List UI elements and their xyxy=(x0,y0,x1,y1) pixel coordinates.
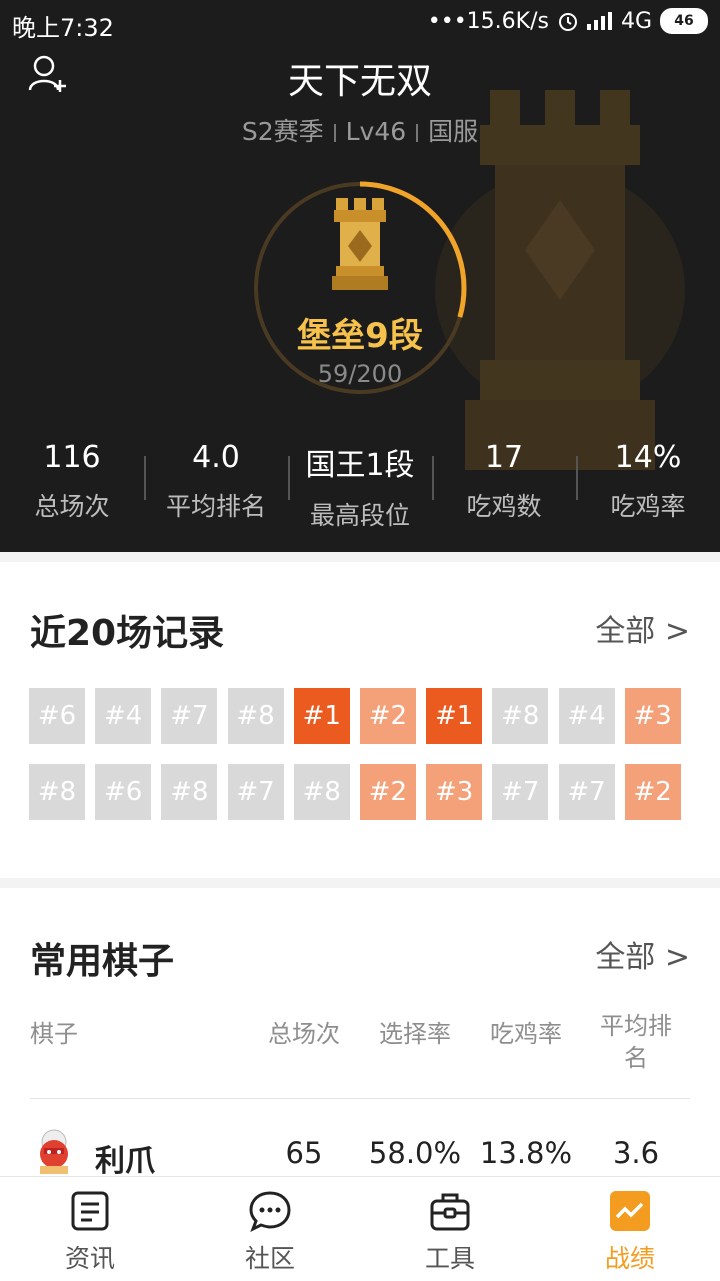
news-icon xyxy=(71,1191,109,1231)
nav-label: 战绩 xyxy=(604,1244,655,1273)
stats-chart-icon xyxy=(610,1191,650,1231)
match-result-cell[interactable]: #2 xyxy=(624,764,681,820)
server-label: 国服 xyxy=(428,117,479,146)
battery-icon: 46 xyxy=(660,8,708,34)
match-result-cell[interactable]: #4 xyxy=(558,688,615,744)
match-result-cell[interactable]: #8 xyxy=(29,764,85,820)
match-result-cell[interactable]: #2 xyxy=(359,764,416,820)
match-result-cell[interactable]: #8 xyxy=(161,764,218,820)
column-header-piece: 棋子 xyxy=(30,1020,78,1048)
separator xyxy=(416,124,419,142)
piece-pick-rate: 58.0% xyxy=(368,1136,462,1170)
match-result-cell[interactable]: #7 xyxy=(492,764,549,820)
match-result-cell[interactable]: #6 xyxy=(95,764,152,820)
column-header-win-rate: 吃鸡率 xyxy=(490,1020,562,1048)
rank-name: 堡垒9段 xyxy=(297,316,423,356)
recent-matches-grid: #6 #4 #7 #8 #1 #2 #1 #8 #4 #3 #8 #6 #8 #7 #8 #2 #3 #7 #7 #2 xyxy=(29,688,691,820)
status-indicators: •••15.6K/s 4G 46 xyxy=(428,8,708,34)
piece-name: 利爪 xyxy=(95,1144,155,1179)
match-result-cell[interactable]: #8 xyxy=(293,764,350,820)
nav-label: 社区 xyxy=(244,1244,295,1273)
stat-wins: 17 吃鸡数 xyxy=(432,440,576,530)
common-pieces-more-link[interactable]: 全部 > xyxy=(595,932,690,976)
match-result-cell[interactable]: #4 xyxy=(95,688,152,744)
match-result-cell[interactable]: #2 xyxy=(359,688,416,744)
match-result-cell[interactable]: #8 xyxy=(227,688,284,744)
stat-highest-rank: 国王1段 最高段位 xyxy=(288,440,432,530)
stat-value: 14% xyxy=(614,440,682,475)
common-pieces-card: 常用棋子 全部 > 棋子 总场次 选择率 吃鸡率 平均排 名 利爪 65 58.… xyxy=(0,888,720,1188)
stat-value: 4.0 xyxy=(192,440,240,475)
chat-icon xyxy=(249,1191,291,1233)
nav-label: 工具 xyxy=(424,1244,475,1273)
piece-average-rank: 3.6 xyxy=(612,1136,660,1170)
column-header-pick-rate: 选择率 xyxy=(379,1020,451,1048)
match-result-cell[interactable]: #7 xyxy=(161,688,218,744)
nav-tools[interactable]: 工具 xyxy=(360,1177,540,1281)
stat-label: 吃鸡数 xyxy=(466,492,542,521)
bottom-navigation: 资讯 社区 工具 战绩 xyxy=(0,1176,720,1281)
column-header-average-rank: 平均排 名 xyxy=(600,1012,672,1072)
signal-icon xyxy=(586,12,613,30)
stat-average-rank: 4.0 平均排名 xyxy=(144,440,288,530)
status-bar: 晚上7:32 •••15.6K/s 4G 46 xyxy=(0,0,720,46)
recent-matches-card: 近20场记录 全部 > #6 #4 #7 #8 #1 #2 #1 #8 #4 #3 #8 #6 #8 #7… xyxy=(0,562,720,878)
player-name: 天下无双 xyxy=(287,61,432,102)
nav-records[interactable]: 战绩 xyxy=(540,1177,720,1281)
match-result-cell[interactable]: #1 xyxy=(426,688,483,744)
network-speed: •••15.6K/s xyxy=(427,8,549,34)
separator xyxy=(333,124,336,142)
status-time: 晚上7:32 xyxy=(12,14,114,42)
player-subinfo: S2赛季 Lv46 国服 xyxy=(0,112,720,148)
stat-label: 吃鸡率 xyxy=(610,492,686,521)
stat-value: 116 xyxy=(43,440,101,475)
match-result-cell[interactable]: #7 xyxy=(558,764,615,820)
stat-label: 最高段位 xyxy=(309,501,410,530)
network-type: 4G xyxy=(620,8,652,34)
nav-label: 资讯 xyxy=(64,1244,115,1273)
stat-label: 总场次 xyxy=(34,492,110,521)
piece-games: 65 xyxy=(285,1136,323,1170)
nav-news[interactable]: 资讯 xyxy=(0,1177,180,1281)
match-result-cell[interactable]: #7 xyxy=(227,764,284,820)
stat-win-rate: 14% 吃鸡率 xyxy=(576,440,720,530)
match-result-cell[interactable]: #1 xyxy=(293,688,350,744)
toolbox-icon xyxy=(430,1193,470,1231)
match-result-cell[interactable]: #8 xyxy=(492,688,549,744)
character-avatar-icon xyxy=(40,1129,68,1174)
column-header-games: 总场次 xyxy=(268,1020,340,1048)
alarm-icon xyxy=(558,13,577,31)
stats-row: 116 总场次 4.0 平均排名 国王1段 最高段位 17 吃鸡数 14% 吃鸡… xyxy=(0,440,720,530)
rank-tower-icon xyxy=(332,198,388,290)
recent-matches-more-link[interactable]: 全部 > xyxy=(595,606,690,650)
stat-value: 17 xyxy=(484,440,524,475)
level-label: Lv46 xyxy=(345,117,407,146)
match-result-cell[interactable]: #3 xyxy=(426,764,483,820)
common-pieces-title: 常用棋子 xyxy=(30,941,175,982)
match-result-cell[interactable]: #6 xyxy=(29,688,85,744)
rank-progress-text: 59/200 xyxy=(317,360,403,388)
stat-value: 国王1段 xyxy=(305,448,415,483)
nav-community[interactable]: 社区 xyxy=(180,1177,360,1281)
table-divider xyxy=(30,1098,690,1099)
match-result-cell[interactable]: #3 xyxy=(624,688,681,744)
season-label: S2赛季 xyxy=(241,117,324,146)
stat-total-games: 116 总场次 xyxy=(0,440,144,530)
recent-matches-title: 近20场记录 xyxy=(30,613,225,654)
stat-label: 平均排名 xyxy=(165,492,266,521)
piece-win-rate: 13.8% xyxy=(479,1136,573,1170)
profile-header: 晚上7:32 •••15.6K/s 4G 46 天下无双 S2赛季 Lv46 国服 xyxy=(0,0,720,552)
